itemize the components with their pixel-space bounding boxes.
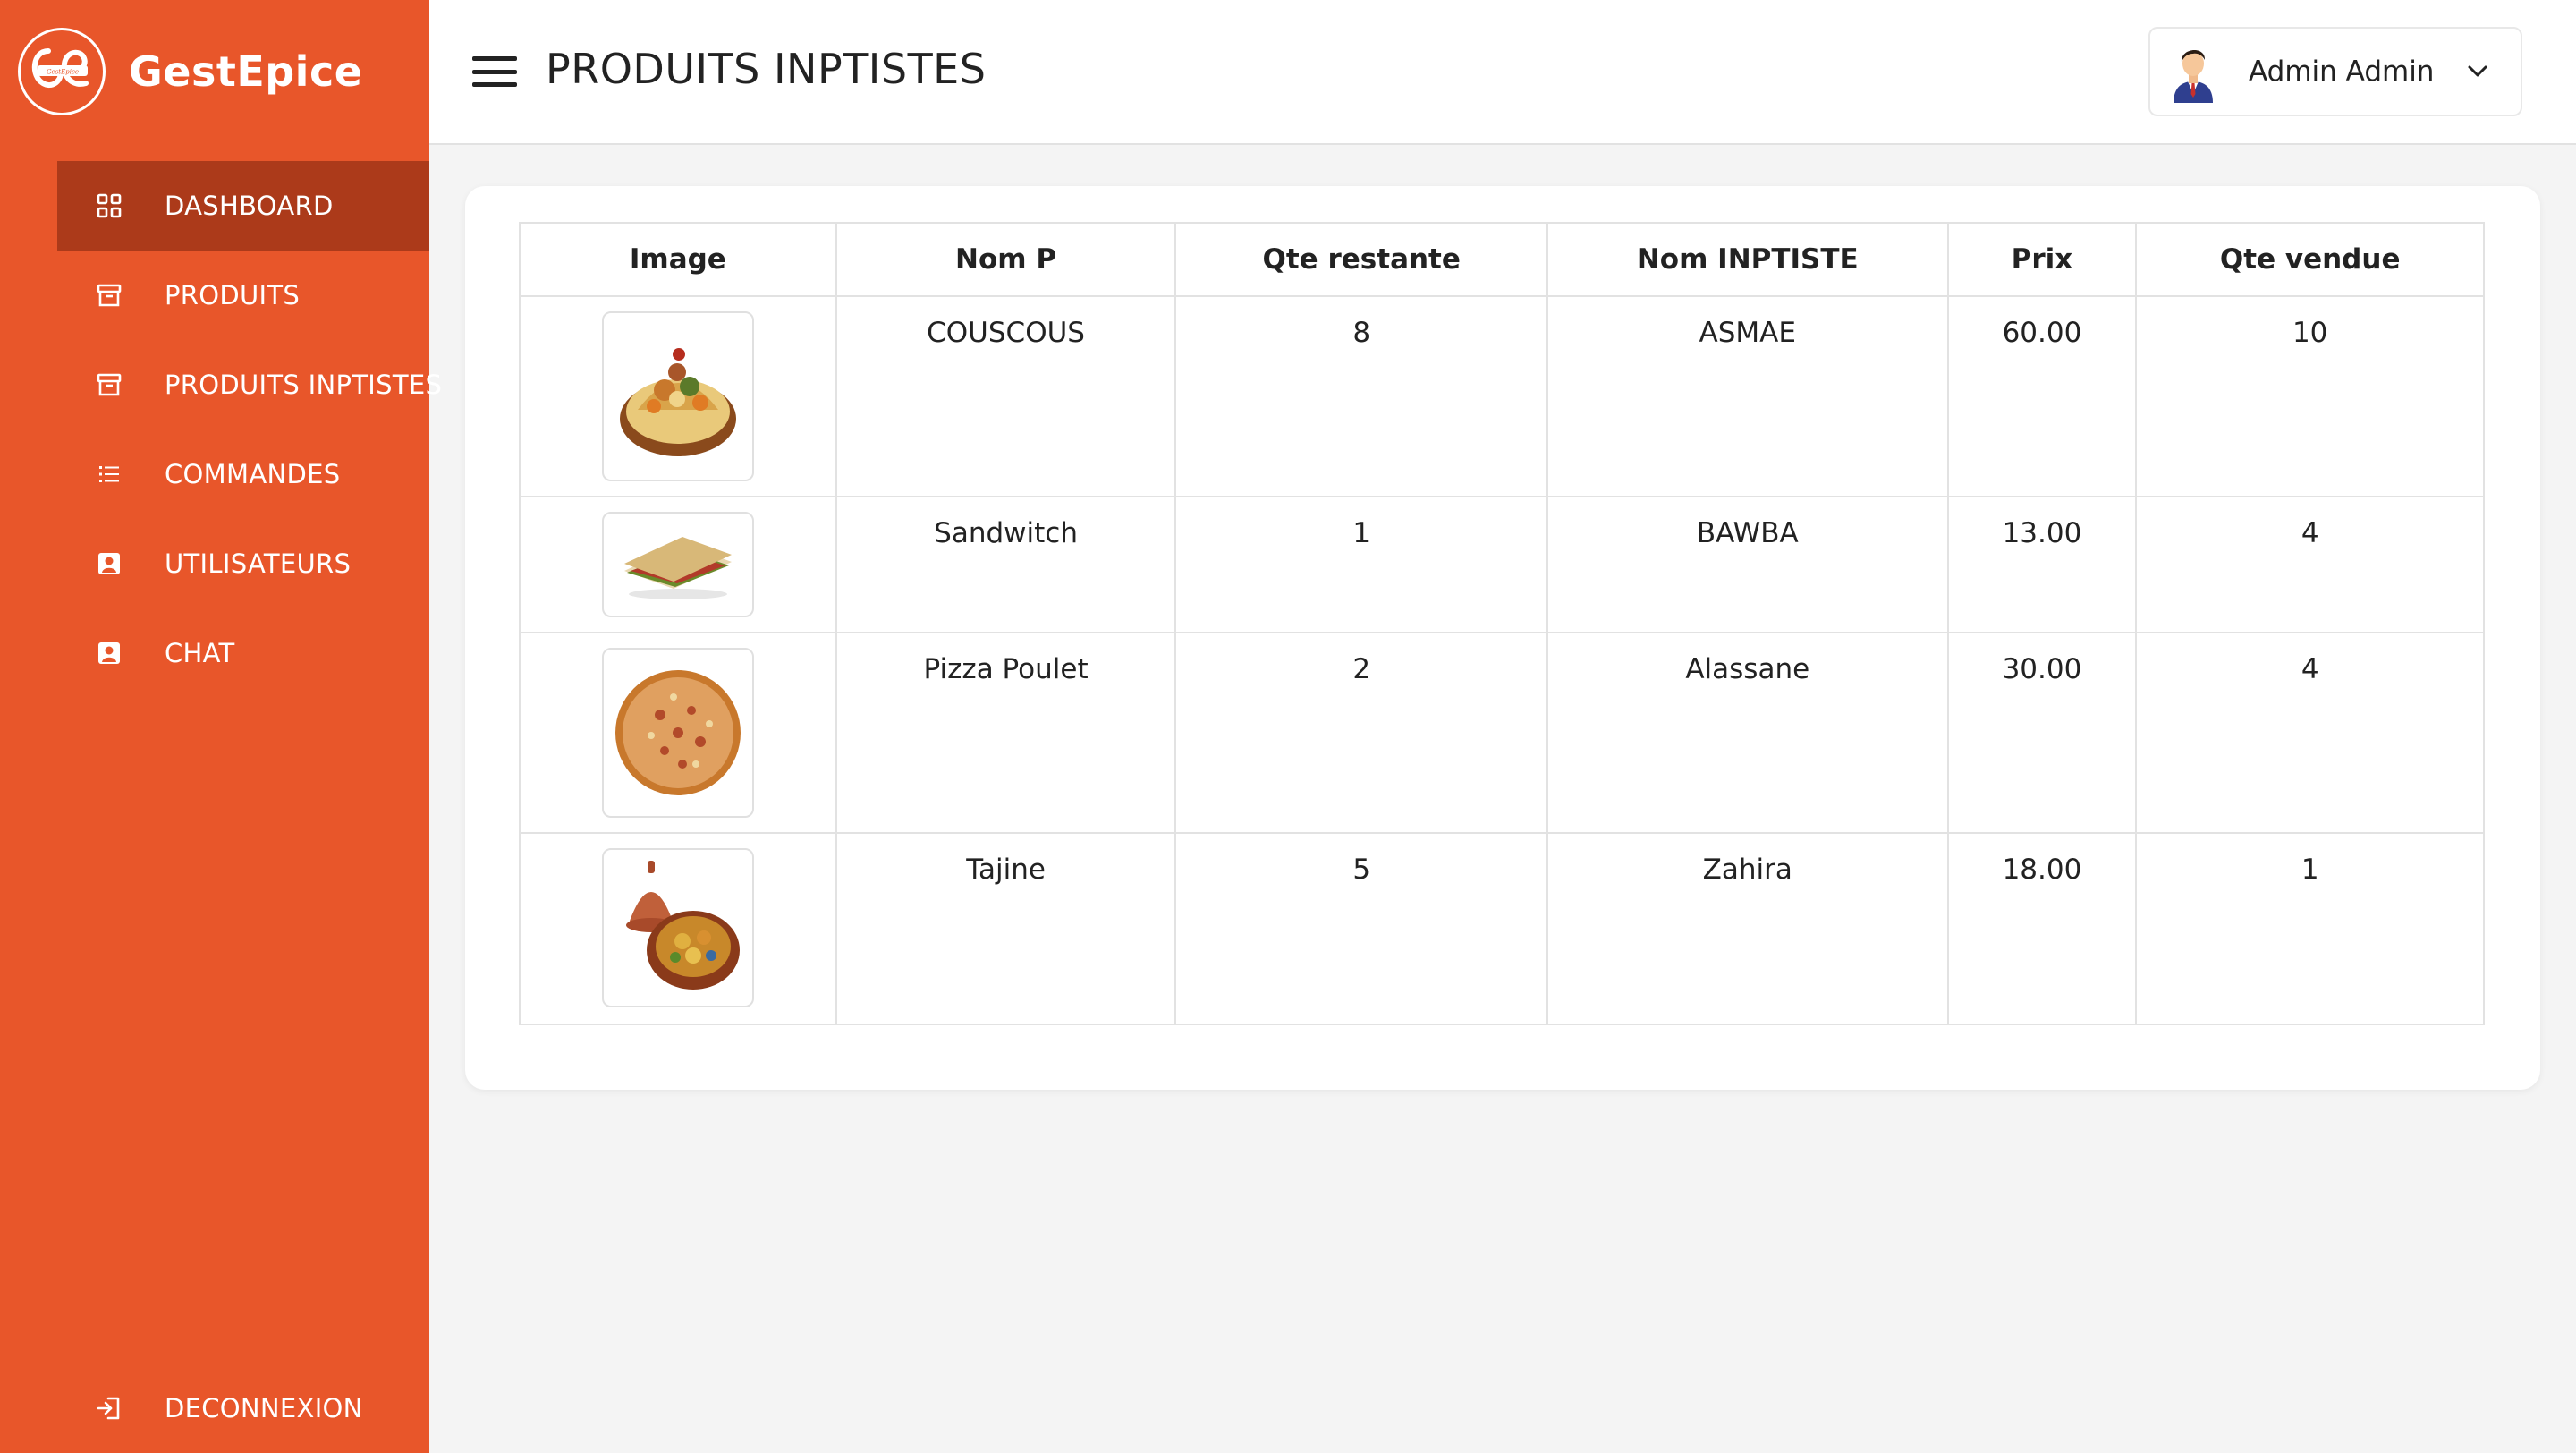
qte-restante: 8 (1174, 295, 1548, 497)
sidebar: GestEpice GestEpice DASHBOARD PRODUITS P… (0, 0, 442, 1453)
sidebar-nav: DASHBOARD PRODUITS PRODUITS INPTISTES CO… (57, 161, 442, 698)
column-header-qte-restante[interactable]: Qte restante (1174, 222, 1548, 297)
chevron-down-icon (2464, 58, 2491, 85)
hamburger-icon-line (472, 82, 517, 87)
sidebar-item-produits[interactable]: PRODUITS (57, 251, 429, 340)
column-header-qte-vendue[interactable]: Qte vendue (2135, 222, 2485, 297)
prix: 13.00 (1946, 496, 2138, 633)
image-cell (519, 632, 837, 834)
inptiste-name: Alassane (1546, 632, 1949, 834)
sidebar-item-utilisateurs[interactable]: UTILISATEURS (57, 519, 429, 608)
table-row[interactable]: Tajine 5 Zahira 18.00 1 (519, 832, 2485, 1025)
logout-icon (95, 1394, 123, 1423)
product-name: COUSCOUS (835, 295, 1177, 497)
archive-icon (95, 370, 123, 399)
logout-label: DECONNEXION (165, 1393, 363, 1423)
column-header-prix[interactable]: Prix (1946, 222, 2138, 297)
sidebar-item-chat[interactable]: CHAT (57, 608, 429, 698)
user-badge-icon (95, 639, 123, 667)
prix: 60.00 (1946, 295, 2138, 497)
table-row[interactable]: Sandwitch 1 BAWBA 13.00 4 (519, 496, 2485, 633)
logout-section: DECONNEXION (57, 1364, 429, 1453)
qte-vendue: 10 (2135, 295, 2485, 497)
table-header-row: Image Nom P Qte restante Nom INPTISTE Pr… (519, 222, 2485, 297)
prix: 30.00 (1946, 632, 2138, 834)
sidebar-item-label: PRODUITS (165, 280, 301, 310)
top-header: PRODUITS INPTISTES Admin Admin (429, 0, 2576, 145)
image-cell (519, 496, 837, 633)
column-header-image[interactable]: Image (519, 222, 837, 297)
qte-vendue: 4 (2135, 496, 2485, 633)
qte-restante: 2 (1174, 632, 1548, 834)
couscous-image[interactable] (601, 311, 754, 481)
table-row[interactable]: COUSCOUS 8 ASMAE 60.00 10 (519, 295, 2485, 497)
qte-restante: 5 (1174, 832, 1548, 1025)
sandwich-image[interactable] (601, 512, 754, 617)
sidebar-item-label: PRODUITS INPTISTES (165, 370, 443, 400)
sidebar-item-label: CHAT (165, 638, 235, 668)
image-cell (519, 832, 837, 1025)
hamburger-icon-line (472, 69, 517, 74)
products-table: Image Nom P Qte restante Nom INPTISTE Pr… (519, 222, 2485, 1025)
sidebar-item-label: COMMANDES (165, 459, 341, 489)
inptiste-name: BAWBA (1546, 496, 1949, 633)
user-name: Admin Admin (2249, 55, 2435, 88)
list-icon (95, 460, 123, 489)
product-name: Pizza Poulet (835, 632, 1177, 834)
user-badge-icon (95, 549, 123, 578)
qte-vendue: 4 (2135, 632, 2485, 834)
column-header-inptiste[interactable]: Nom INPTISTE (1546, 222, 1949, 297)
products-card: Image Nom P Qte restante Nom INPTISTE Pr… (465, 186, 2540, 1090)
archive-icon (95, 281, 123, 310)
table-row[interactable]: Pizza Poulet 2 Alassane 30.00 4 (519, 632, 2485, 834)
sidebar-item-commandes[interactable]: COMMANDES (57, 429, 429, 519)
image-cell (519, 295, 837, 497)
sidebar-item-dashboard[interactable]: DASHBOARD (57, 161, 429, 251)
menu-toggle-button[interactable] (472, 52, 517, 91)
user-menu-button[interactable]: Admin Admin (2148, 27, 2522, 116)
sidebar-item-label: DASHBOARD (165, 191, 334, 221)
column-header-nom[interactable]: Nom P (835, 222, 1177, 297)
sidebar-item-label: UTILISATEURS (165, 548, 352, 579)
brand-name: GestEpice (129, 47, 363, 96)
avatar (2157, 35, 2229, 108)
brand[interactable]: GestEpice GestEpice (18, 27, 362, 116)
hamburger-icon (472, 56, 517, 61)
inptiste-name: Zahira (1546, 832, 1949, 1025)
tajine-image[interactable] (601, 848, 754, 1007)
inptiste-name: ASMAE (1546, 295, 1949, 497)
prix: 18.00 (1946, 832, 2138, 1025)
brand-logo: GestEpice (18, 28, 106, 115)
brand-logo-text: GestEpice (47, 69, 79, 76)
product-name: Tajine (835, 832, 1177, 1025)
product-name: Sandwitch (835, 496, 1177, 633)
grid-icon (95, 191, 123, 220)
logout-button[interactable]: DECONNEXION (57, 1364, 429, 1453)
qte-restante: 1 (1174, 496, 1548, 633)
pizza-image[interactable] (601, 648, 754, 818)
page-title: PRODUITS INPTISTES (546, 45, 987, 93)
qte-vendue: 1 (2135, 832, 2485, 1025)
sidebar-item-produits-inptistes[interactable]: PRODUITS INPTISTES (57, 340, 442, 429)
